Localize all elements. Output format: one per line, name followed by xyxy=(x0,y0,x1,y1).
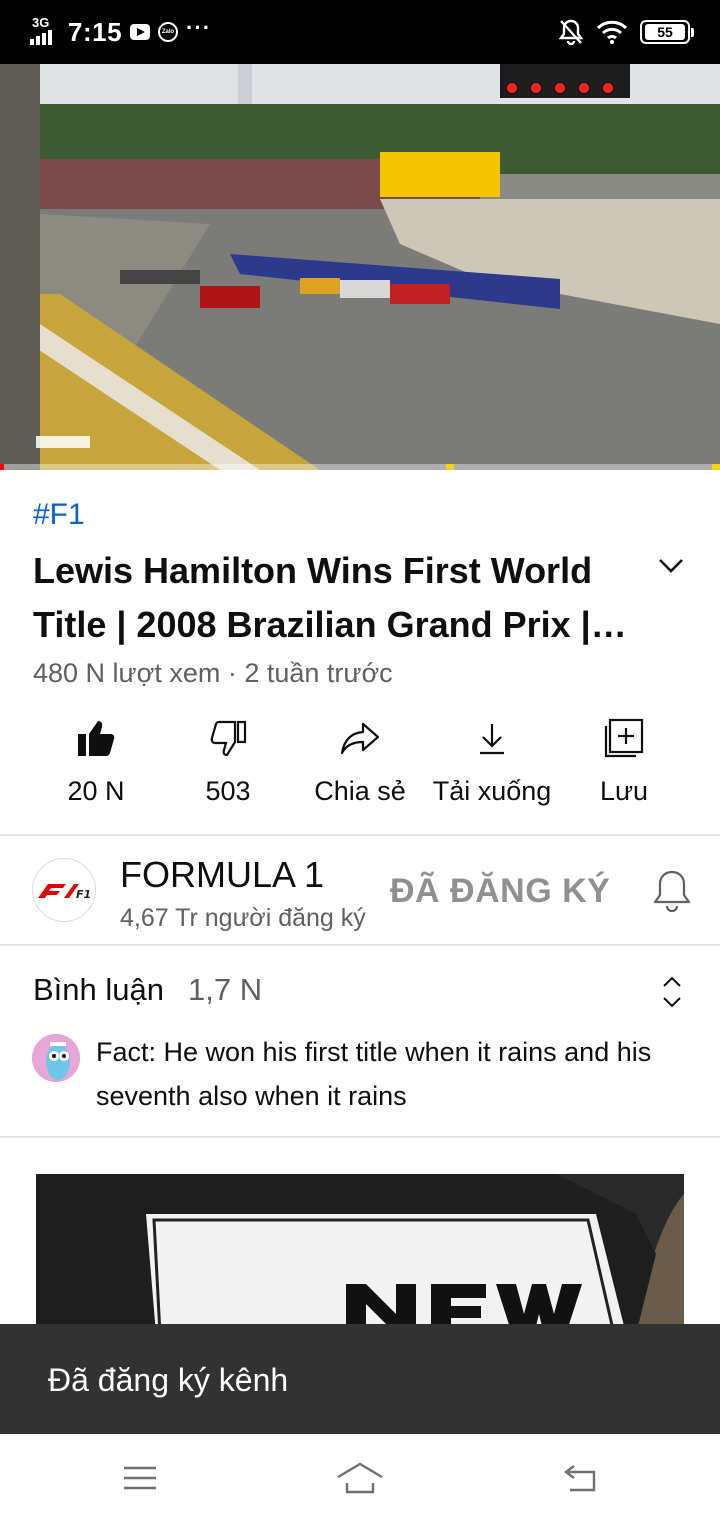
video-title[interactable]: Lewis Hamilton Wins First World Title | … xyxy=(33,544,633,652)
video-player[interactable] xyxy=(0,64,720,470)
add-to-playlist-icon xyxy=(604,718,644,758)
video-frame xyxy=(0,64,720,470)
menu-icon xyxy=(124,1466,156,1490)
channel-name[interactable]: FORMULA 1 xyxy=(120,854,324,896)
signal-icon: 3G xyxy=(30,16,60,47)
recents-button[interactable] xyxy=(112,1458,168,1498)
status-bar: 3G 7:15 Zalo ··· 55 xyxy=(0,0,720,64)
bell-icon[interactable] xyxy=(652,868,692,914)
next-video-thumbnail[interactable] xyxy=(36,1174,684,1334)
video-progress-bar[interactable] xyxy=(0,464,720,470)
svg-text:F1 70: F1 70 xyxy=(76,888,92,901)
hashtag-link[interactable]: #F1 xyxy=(33,498,85,532)
chapter-marker xyxy=(446,464,454,470)
snackbar: Đã đăng ký kênh xyxy=(0,1324,720,1434)
subscribed-button[interactable]: ĐÃ ĐĂNG KÝ xyxy=(390,872,610,911)
share-icon xyxy=(340,722,380,755)
battery-icon: 55 xyxy=(640,20,694,44)
share-button[interactable]: Chia sẻ xyxy=(294,716,426,816)
commenter-avatar[interactable] xyxy=(32,1034,80,1082)
system-nav-bar xyxy=(0,1434,720,1520)
dislike-button[interactable]: 503 xyxy=(162,716,294,816)
divider xyxy=(0,834,720,836)
top-comment-text[interactable]: Fact: He won his first title when it rai… xyxy=(96,1030,686,1118)
comments-label[interactable]: Bình luận xyxy=(33,972,164,1008)
divider xyxy=(0,944,720,946)
save-button[interactable]: Lưu xyxy=(558,716,690,816)
avatar-image xyxy=(32,1034,80,1082)
zalo-notification-icon: Zalo xyxy=(158,22,179,42)
subscriber-count: 4,67 Tr người đăng ký xyxy=(120,904,366,932)
progress-fill xyxy=(0,464,4,470)
chevron-down-icon[interactable] xyxy=(654,552,688,578)
f1-logo: F1 70 xyxy=(38,884,92,901)
comments-count: 1,7 N xyxy=(188,972,263,1007)
expand-collapse-icon[interactable] xyxy=(660,974,684,1010)
chapter-marker xyxy=(712,464,720,470)
thumbs-up-icon xyxy=(78,721,115,756)
back-icon xyxy=(564,1465,596,1492)
download-icon xyxy=(480,724,504,755)
more-notifications-icon: ··· xyxy=(186,15,212,40)
thumbs-down-icon xyxy=(210,720,247,757)
action-bar: 20 N 503 Chia sẻ Tải xuống Lưu xyxy=(30,716,690,816)
video-meta: 480 N lượt xem · 2 tuần trước xyxy=(33,658,393,688)
download-button[interactable]: Tải xuống xyxy=(426,716,558,816)
mute-icon xyxy=(558,19,584,46)
channel-avatar[interactable]: F1 70 xyxy=(32,858,96,922)
back-button[interactable] xyxy=(552,1458,608,1498)
like-button[interactable]: 20 N xyxy=(30,716,162,816)
thumbnail-image xyxy=(36,1174,684,1334)
snackbar-message: Đã đăng ký kênh xyxy=(48,1362,289,1398)
wifi-icon xyxy=(596,20,628,44)
home-button[interactable] xyxy=(332,1458,388,1498)
home-icon xyxy=(337,1462,383,1494)
clock: 7:15 xyxy=(68,16,123,47)
divider xyxy=(0,1136,720,1138)
youtube-notification-icon xyxy=(130,24,151,40)
